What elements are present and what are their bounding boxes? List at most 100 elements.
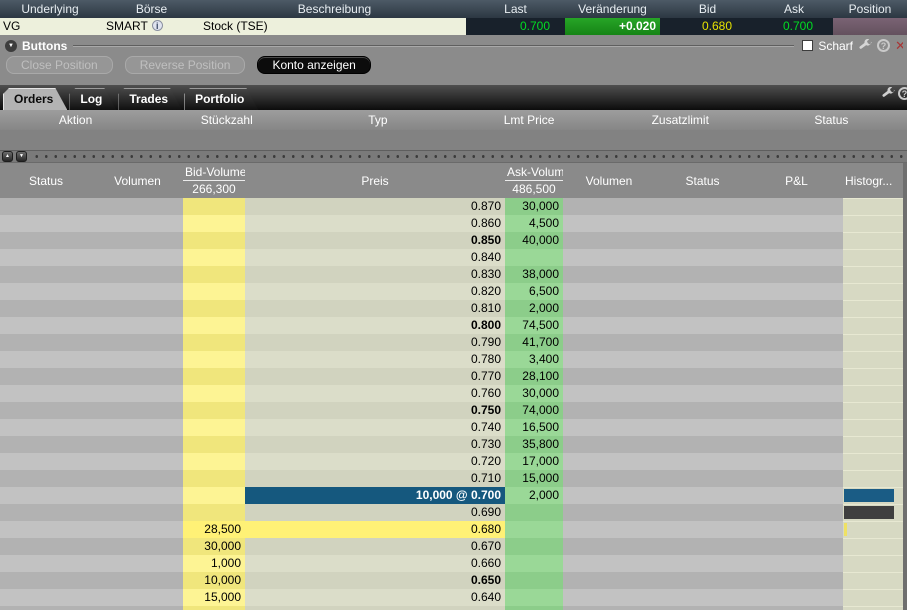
- ladder-bid-volume-cell[interactable]: [183, 402, 245, 419]
- ladder-bid-volume-cell[interactable]: [183, 334, 245, 351]
- close-icon[interactable]: ✕: [895, 38, 903, 54]
- quote-row[interactable]: VG SMART i Stock (TSE) 0.700 +0.020 0.680…: [0, 18, 907, 35]
- ladder-bid-volume-cell[interactable]: [183, 606, 245, 610]
- scharf-checkbox[interactable]: [802, 40, 814, 51]
- ladder-price-cell[interactable]: 0.840: [245, 249, 505, 266]
- col-stueckzahl[interactable]: Stückzahl: [151, 110, 302, 130]
- ladder-col-histogram[interactable]: Histogr...: [843, 163, 903, 198]
- scroll-down-icon[interactable]: ▼: [16, 151, 27, 162]
- ladder-bid-volume-cell[interactable]: [183, 351, 245, 368]
- ladder-price-cell[interactable]: 10,000 @ 0.700: [245, 487, 505, 504]
- ladder-ask-volume-cell[interactable]: 40,000: [505, 232, 563, 249]
- ladder-ask-volume-cell[interactable]: 38,000: [505, 266, 563, 283]
- ladder-price-cell[interactable]: 0.770: [245, 368, 505, 385]
- ladder-bid-volume-cell[interactable]: 10,000: [183, 572, 245, 589]
- ladder-price-cell[interactable]: 0.750: [245, 402, 505, 419]
- ladder-col-preis[interactable]: Preis: [245, 163, 505, 198]
- ladder-ask-volume-cell[interactable]: 30,000: [505, 198, 563, 215]
- ladder-price-cell[interactable]: 0.710: [245, 470, 505, 487]
- ladder-bid-volume-cell[interactable]: 15,000: [183, 589, 245, 606]
- ladder-price-cell[interactable]: 0.760: [245, 385, 505, 402]
- ladder-bid-volume-cell[interactable]: [183, 198, 245, 215]
- ladder-bid-volume-cell[interactable]: [183, 385, 245, 402]
- col-position[interactable]: Position: [833, 0, 907, 18]
- ladder-col-bid-volumen[interactable]: Bid-Volumen 266,300: [183, 163, 245, 198]
- boerse-value[interactable]: SMART i: [100, 18, 203, 35]
- ladder-ask-volume-cell[interactable]: [505, 538, 563, 555]
- help-icon[interactable]: ?: [898, 87, 907, 100]
- ladder-price-cell[interactable]: 0.790: [245, 334, 505, 351]
- ladder-bid-volume-cell[interactable]: [183, 436, 245, 453]
- ladder-ask-volume-cell[interactable]: 30,000: [505, 385, 563, 402]
- col-zusatzlimit[interactable]: Zusatzlimit: [605, 110, 756, 130]
- scroll-up-icon[interactable]: ▲: [2, 151, 13, 162]
- ladder-bid-volume-cell[interactable]: [183, 266, 245, 283]
- ladder-bid-volume-cell[interactable]: [183, 283, 245, 300]
- ladder-col-status-right[interactable]: Status: [655, 163, 750, 198]
- col-ask[interactable]: Ask: [755, 0, 833, 18]
- ladder-ask-volume-cell[interactable]: [505, 249, 563, 266]
- help-icon[interactable]: ?: [877, 39, 890, 52]
- ladder-price-cell[interactable]: 0.870: [245, 198, 505, 215]
- ladder-price-cell[interactable]: 0.670: [245, 538, 505, 555]
- konto-anzeigen-button[interactable]: Konto anzeigen: [257, 56, 371, 74]
- ladder-price-cell[interactable]: 0.640: [245, 589, 505, 606]
- tab-orders[interactable]: Orders: [3, 88, 67, 110]
- splitter-bar[interactable]: ▲ ▼: [0, 150, 907, 163]
- ladder-bid-volume-cell[interactable]: [183, 453, 245, 470]
- col-bid[interactable]: Bid: [660, 0, 755, 18]
- ladder-price-cell[interactable]: [245, 606, 505, 610]
- col-status[interactable]: Status: [756, 110, 907, 130]
- wrench-icon[interactable]: [858, 38, 872, 53]
- ladder-ask-volume-cell[interactable]: [505, 589, 563, 606]
- ladder-bid-volume-cell[interactable]: [183, 232, 245, 249]
- ladder-ask-volume-cell[interactable]: 4,500: [505, 215, 563, 232]
- ladder-bid-volume-cell[interactable]: [183, 504, 245, 521]
- reverse-position-button[interactable]: Reverse Position: [124, 56, 246, 74]
- ladder-bid-volume-cell[interactable]: [183, 249, 245, 266]
- ladder-bid-volume-cell[interactable]: [183, 317, 245, 334]
- ladder-ask-volume-cell[interactable]: 74,500: [505, 317, 563, 334]
- ladder-ask-volume-cell[interactable]: [505, 504, 563, 521]
- ladder-price-cell[interactable]: 0.680: [245, 521, 505, 538]
- tab-portfolio[interactable]: Portfolio: [184, 88, 258, 110]
- ladder-price-cell[interactable]: 0.820: [245, 283, 505, 300]
- ladder-ask-volume-cell[interactable]: [505, 521, 563, 538]
- ladder-col-volumen-left[interactable]: Volumen: [92, 163, 183, 198]
- ladder-price-cell[interactable]: 0.690: [245, 504, 505, 521]
- ladder-col-ask-volumen[interactable]: Ask-Volumen 486,500: [505, 163, 563, 198]
- col-aktion[interactable]: Aktion: [0, 110, 151, 130]
- ladder-ask-volume-cell[interactable]: 3,400: [505, 351, 563, 368]
- col-typ[interactable]: Typ: [302, 110, 453, 130]
- ladder-bid-volume-cell[interactable]: [183, 419, 245, 436]
- close-position-button[interactable]: Close Position: [6, 56, 113, 74]
- ladder-ask-volume-cell[interactable]: 6,500: [505, 283, 563, 300]
- col-veraenderung[interactable]: Veränderung: [565, 0, 660, 18]
- ladder-ask-volume-cell[interactable]: 17,000: [505, 453, 563, 470]
- ladder-price-cell[interactable]: 0.720: [245, 453, 505, 470]
- ladder-ask-volume-cell[interactable]: 74,000: [505, 402, 563, 419]
- ladder-ask-volume-cell[interactable]: 28,100: [505, 368, 563, 385]
- ladder-ask-volume-cell[interactable]: 41,700: [505, 334, 563, 351]
- tab-trades[interactable]: Trades: [118, 88, 182, 110]
- ladder-price-cell[interactable]: 0.780: [245, 351, 505, 368]
- ladder-ask-volume-cell[interactable]: [505, 572, 563, 589]
- col-lmt-price[interactable]: Lmt Price: [454, 110, 605, 130]
- ladder-ask-volume-cell[interactable]: 2,000: [505, 300, 563, 317]
- ladder-bid-volume-cell[interactable]: [183, 300, 245, 317]
- ladder-ask-volume-cell[interactable]: [505, 606, 563, 610]
- collapse-arrow-icon[interactable]: ▼: [5, 39, 17, 52]
- wrench-icon[interactable]: [881, 87, 895, 101]
- info-icon[interactable]: i: [151, 20, 163, 31]
- ladder-col-pnl[interactable]: P&L: [750, 163, 843, 198]
- ladder-ask-volume-cell[interactable]: 35,800: [505, 436, 563, 453]
- ladder-bid-volume-cell[interactable]: [183, 368, 245, 385]
- ladder-col-volumen-right[interactable]: Volumen: [563, 163, 655, 198]
- ladder-bid-volume-cell[interactable]: 30,000: [183, 538, 245, 555]
- ladder-price-cell[interactable]: 0.660: [245, 555, 505, 572]
- ladder-bid-volume-cell[interactable]: [183, 487, 245, 504]
- ladder-price-cell[interactable]: 0.860: [245, 215, 505, 232]
- underlying-value[interactable]: VG: [0, 18, 100, 35]
- ladder-price-cell[interactable]: 0.650: [245, 572, 505, 589]
- tab-log[interactable]: Log: [69, 88, 116, 110]
